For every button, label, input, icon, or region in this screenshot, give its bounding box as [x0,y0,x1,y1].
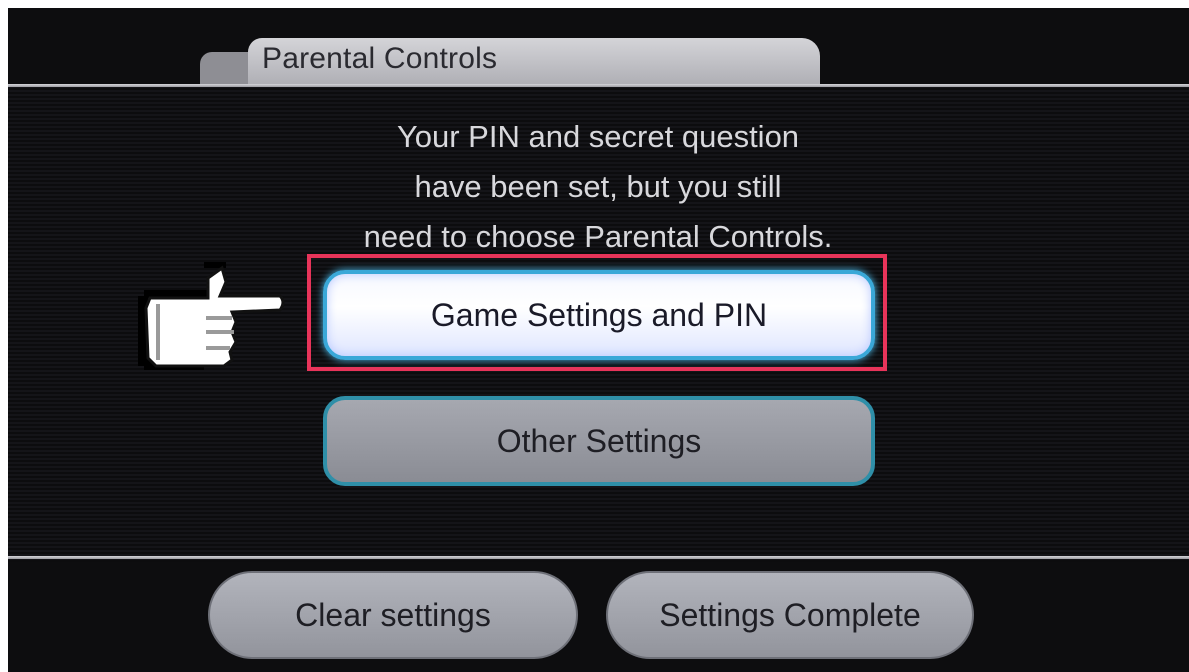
instruction-message: Your PIN and secret question have been s… [308,112,888,262]
clear-settings-label: Clear settings [295,596,491,633]
message-line-1: Your PIN and secret question [396,119,800,154]
game-settings-and-pin-label: Game Settings and PIN [430,296,768,333]
hand-pointer-icon [138,262,285,370]
clear-settings-button[interactable]: Clear settings [208,571,578,659]
other-settings-label: Other Settings [496,422,702,459]
message-line-2: have been set, but you still [414,169,782,204]
tab-title: Parental Controls [262,42,498,75]
wii-screen: Parental Controls Your PIN and secret qu… [8,8,1189,672]
other-settings-button[interactable]: Other Settings [323,396,875,486]
settings-complete-label: Settings Complete [659,596,921,633]
game-settings-and-pin-button[interactable]: Game Settings and PIN [323,270,875,360]
settings-complete-button[interactable]: Settings Complete [606,571,974,659]
divider-top [8,84,1189,87]
divider-bottom [8,556,1189,559]
